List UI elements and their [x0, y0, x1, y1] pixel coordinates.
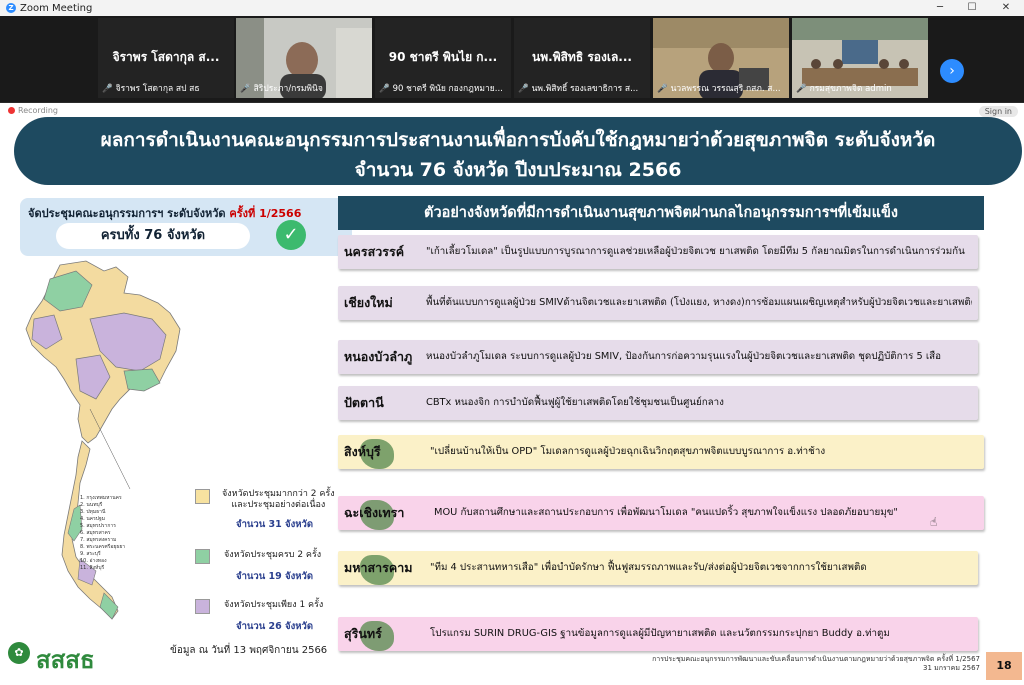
organization-logo: ✿ สสสธ — [8, 636, 95, 676]
zoom-logo-icon: Z — [6, 3, 16, 13]
check-icon: ✓ — [276, 220, 306, 250]
mic-muted-icon: 🎤 — [240, 84, 251, 94]
meeting-round: ครั้งที่ 1/2566 — [229, 207, 302, 220]
participant-display-name: 90 ชาตรี พินไย ก... — [388, 50, 498, 64]
province-description: CBTx หนองจิก การบำบัดฟื้นฟูผู้ใช้ยาเสพติ… — [426, 397, 724, 408]
slide-title-banner: ผลการดำเนินงานคณะอนุกรรมการประสานงานเพื่… — [14, 117, 1022, 185]
province-row: ฉะเชิงเทรา MOU กับสถานศึกษาและสถานประกอบก… — [338, 496, 984, 530]
province-description: พื้นที่ต้นแบบการดูแลผู้ป่วย SMIVด้านจิตเ… — [426, 297, 972, 308]
recording-indicator: Recording — [8, 106, 58, 115]
participant-name-label: 🎤 จิราพร โสดากุล สป สธ — [102, 84, 200, 94]
province-name: หนองบัวลำภู — [344, 349, 413, 364]
examples-heading: ตัวอย่างจังหวัดที่มีการดำเนินงานสุขภาพจิ… — [338, 196, 984, 230]
window-title: Zoom Meeting — [20, 2, 93, 14]
province-row: ปัตตานี CBTx หนองจิก การบำบัดฟื้นฟูผู้ใช้… — [338, 386, 978, 420]
slide-footer: การประชุมคณะอนุกรรมการพัฒนาและขับเคลื่อน… — [652, 655, 980, 672]
legend-swatch-two — [195, 549, 210, 564]
mic-muted-icon: 🎤 — [518, 84, 529, 94]
province-name: ปัตตานี — [344, 395, 384, 410]
participant-tile[interactable]: 🎤 สิริประภา/กรมพินิจ — [236, 18, 372, 98]
legend-label: จังหวัดประชุมครบ 2 ครั้ง — [224, 550, 322, 560]
legend-count: จำนวน 31 จังหวัด — [236, 519, 314, 530]
participant-strip: จิราพร โสดากุล ส... 🎤 จิราพร โสดากุล สป ส… — [0, 16, 1024, 102]
province-description: MOU กับสถานศึกษาและสถานประกอบการ เพื่อพั… — [434, 507, 898, 518]
province-row: นครสวรรค์ "เก้าเลี้ยวโมเดล" เป็นรูปแบบการ… — [338, 235, 978, 269]
province-index-list: 1. กรุงเทพมหานคร 2. นนทบุรี 3. ปทุมธานี … — [80, 495, 126, 571]
slide-title-line1: ผลการดำเนินงานคณะอนุกรรมการประสานงานเพื่… — [100, 129, 936, 151]
mic-muted-icon: 🎤 — [102, 84, 113, 94]
meeting-summary-box: จัดประชุมคณะอนุกรรมการฯ ระดับจังหวัด ครั… — [20, 198, 352, 256]
legend-swatch-many — [195, 489, 210, 504]
participant-tile[interactable]: 🎤 กรมสุขภาพจิต admin — [792, 18, 928, 98]
province-description: หนองบัวลำภูโมเดล ระบบการดูแลผู้ป่วย SMIV… — [426, 351, 942, 362]
province-description: "ทีม 4 ประสานทหารเสือ" เพื่อบำบัดรักษา ฟ… — [430, 562, 867, 573]
window-titlebar: Z Zoom Meeting ─ ☐ ✕ — [0, 0, 1024, 16]
participant-tile[interactable]: 🎤 นวลพรรณ วรรณสุริ กสภ. ส... — [653, 18, 789, 98]
province-row: สุรินทร์ โปรแกรม SURIN DRUG-GIS ฐานข้อมูล… — [338, 617, 978, 651]
legend-label: จังหวัดประชุมเพียง 1 ครั้ง — [224, 600, 324, 610]
thailand-province-map — [20, 259, 190, 649]
legend-count: จำนวน 19 จังหวัด — [236, 571, 314, 582]
participant-tile[interactable]: 90 ชาตรี พินไย ก... 🎤 90 ชาตรี พินัย กองก… — [375, 18, 511, 98]
province-row: หนองบัวลำภู หนองบัวลำภูโมเดล ระบบการดูแลผ… — [338, 340, 978, 374]
legend-label: จังหวัดประชุมมากกว่า 2 ครั้ง และประชุมอย… — [222, 489, 335, 510]
participant-name-label: 🎤 กรมสุขภาพจิต admin — [796, 84, 892, 94]
slide-title-line2: จำนวน 76 จังหวัด ปีงบประมาณ 2566 — [354, 159, 682, 181]
participant-display-name: นพ.พิสิทธิ รองเล... — [532, 50, 632, 64]
participant-display-name: จิราพร โสดากุล ส... — [112, 50, 220, 64]
province-row: เชียงใหม่ พื้นที่ต้นแบบการดูแลผู้ป่วย SMI… — [338, 286, 978, 320]
meeting-total: ครบทั้ง 76 จังหวัด — [56, 223, 250, 249]
province-description: โปรแกรม SURIN DRUG-GIS ฐานข้อมูลการดูแลผ… — [430, 628, 890, 639]
hand-cursor-icon: ☝ — [930, 515, 938, 529]
province-description: "เก้าเลี้ยวโมเดล" เป็นรูปแบบการบูรณาการด… — [426, 246, 965, 257]
shared-screen: Recording Sign in ผลการดำเนินงานคณะอนุกร… — [0, 103, 1024, 685]
page-number: 18 — [986, 652, 1022, 680]
emblem-icon: ✿ — [8, 642, 30, 664]
mic-muted-icon: 🎤 — [657, 84, 668, 94]
maximize-icon[interactable]: ☐ — [958, 0, 986, 16]
data-as-of: ข้อมูล ณ วันที่ 13 พฤศจิกายน 2566 — [170, 645, 328, 656]
minimize-icon[interactable]: ─ — [926, 0, 954, 16]
mic-muted-icon: 🎤 — [379, 84, 390, 94]
legend-count: จำนวน 26 จังหวัด — [236, 621, 314, 632]
sign-in-button[interactable]: Sign in — [978, 106, 1018, 117]
participant-tile[interactable]: จิราพร โสดากุล ส... 🎤 จิราพร โสดากุล สป ส… — [98, 18, 234, 98]
province-row: สิงห์บุรี "เปลี่ยนบ้านให้เป็น OPD" โมเดลก… — [338, 435, 984, 469]
province-name: นครสวรรค์ — [344, 244, 405, 259]
meeting-label: จัดประชุมคณะอนุกรรมการฯ ระดับจังหวัด ครั… — [28, 207, 302, 220]
mic-muted-icon: 🎤 — [796, 84, 807, 94]
province-name: เชียงใหม่ — [344, 295, 393, 310]
legend-swatch-one — [195, 599, 210, 614]
participant-name-label: 🎤 นวลพรรณ วรรณสุริ กสภ. ส... — [657, 84, 781, 94]
record-dot-icon — [8, 107, 15, 114]
province-row: มหาสารคาม "ทีม 4 ประสานทหารเสือ" เพื่อบำบ… — [338, 551, 978, 585]
province-name: สิงห์บุรี — [344, 444, 381, 459]
province-name: ฉะเชิงเทรา — [344, 505, 405, 520]
next-page-chevron-icon[interactable]: › — [940, 59, 964, 83]
province-name: มหาสารคาม — [344, 560, 413, 575]
participant-name-label: 🎤 สิริประภา/กรมพินิจ — [240, 84, 323, 94]
participant-name-label: 🎤 90 ชาตรี พินัย กองกฎหมาย... — [379, 84, 503, 94]
participant-name-label: 🎤 นพ.พิสิทธิ์ รองเลขาธิการ ส... — [518, 84, 639, 94]
close-icon[interactable]: ✕ — [992, 0, 1020, 16]
province-name: สุรินทร์ — [344, 626, 382, 641]
participant-tile[interactable]: นพ.พิสิทธิ รองเล... 🎤 นพ.พิสิทธิ์ รองเลขา… — [514, 18, 650, 98]
province-description: "เปลี่ยนบ้านให้เป็น OPD" โมเดลการดูแลผู้… — [430, 446, 826, 457]
